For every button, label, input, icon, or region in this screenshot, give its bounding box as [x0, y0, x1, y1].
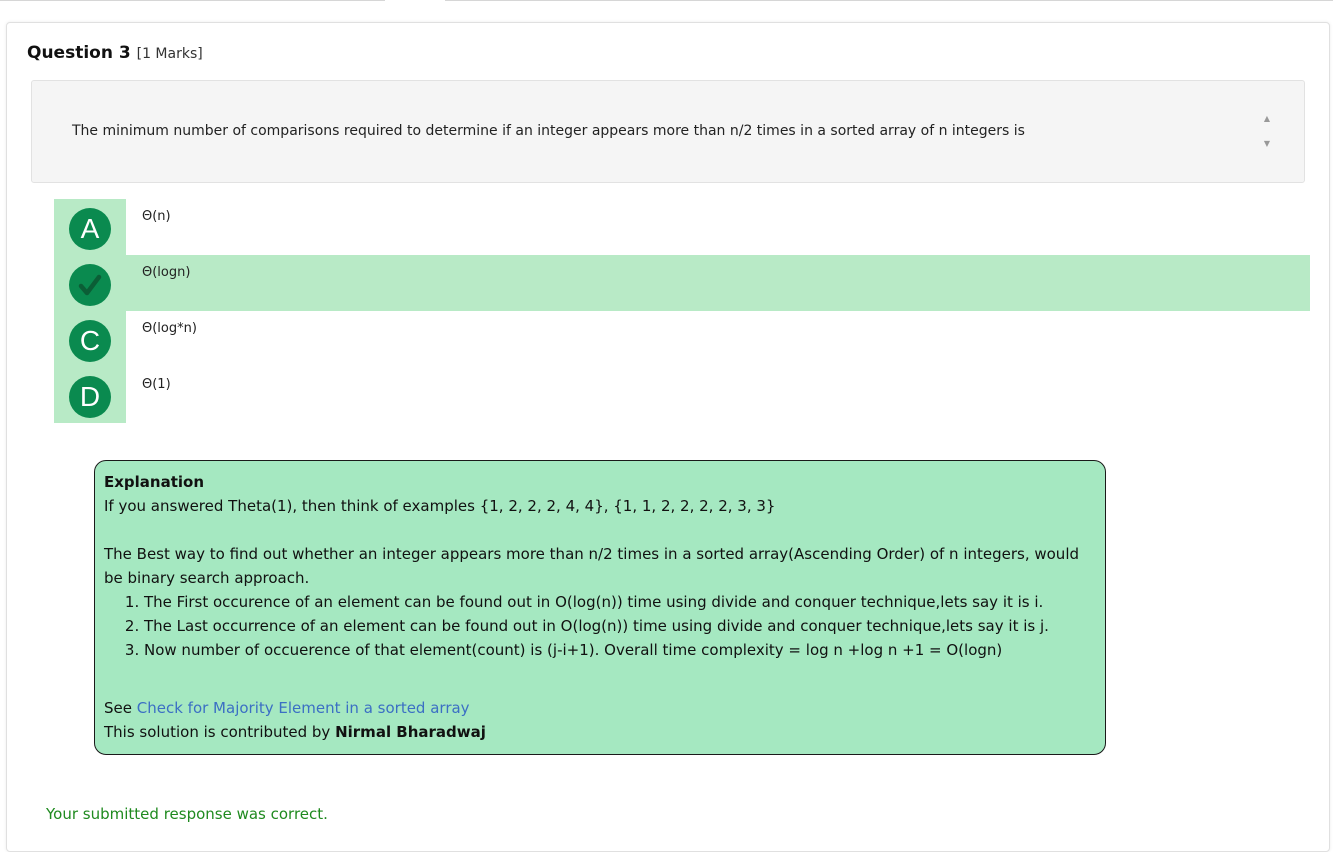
check-icon: [69, 264, 111, 306]
explanation-approach: The Best way to find out whether an inte…: [104, 545, 1080, 587]
contributor-line: This solution is contributed by Nirmal B…: [104, 720, 1096, 744]
contributor-prefix: This solution is contributed by: [104, 723, 336, 741]
option-d-text: Θ(1): [142, 377, 171, 392]
tab-divider-left: [0, 0, 385, 1]
tab-divider-right: [445, 0, 1333, 1]
option-a[interactable]: A Θ(n): [54, 199, 1310, 255]
question-heading: Question 3 [1 Marks]: [27, 43, 203, 63]
question-marks: [1 Marks]: [136, 46, 203, 62]
explanation-step: Now number of occuerence of that element…: [144, 638, 1096, 662]
option-a-badge: A: [69, 208, 111, 250]
arrow-down-icon[interactable]: ▼: [1260, 138, 1274, 150]
majority-element-link[interactable]: Check for Majority Element in a sorted a…: [137, 699, 470, 717]
question-label: Question 3: [27, 43, 131, 63]
question-text-box: The minimum number of comparisons requir…: [31, 80, 1305, 183]
see-prefix: See: [104, 699, 137, 717]
option-c-badge: C: [69, 320, 111, 362]
question-text: The minimum number of comparisons requir…: [72, 123, 1025, 139]
explanation-examples: If you answered Theta(1), then think of …: [104, 497, 776, 515]
option-b-text: Θ(logn): [142, 265, 191, 280]
option-d[interactable]: D Θ(1): [54, 367, 1310, 423]
option-c-text: Θ(log*n): [142, 321, 197, 336]
contributor-name: Nirmal Bharadwaj: [335, 723, 486, 741]
see-also-line: See Check for Majority Element in a sort…: [104, 696, 1096, 720]
explanation-step: The Last occurrence of an element can be…: [144, 614, 1096, 638]
explanation-steps: The First occurence of an element can be…: [104, 590, 1096, 662]
result-message: Your submitted response was correct.: [46, 805, 328, 823]
explanation-title: Explanation: [104, 473, 205, 491]
arrow-up-icon[interactable]: ▲: [1260, 113, 1274, 125]
option-b[interactable]: Θ(logn): [54, 255, 1310, 311]
option-d-badge: D: [69, 376, 111, 418]
top-tab-bar: [0, 0, 1333, 3]
explanation-step: The First occurence of an element can be…: [144, 590, 1096, 614]
explanation-box: Explanation If you answered Theta(1), th…: [94, 460, 1106, 755]
option-a-text: Θ(n): [142, 209, 171, 224]
option-c[interactable]: C Θ(log*n): [54, 311, 1310, 367]
